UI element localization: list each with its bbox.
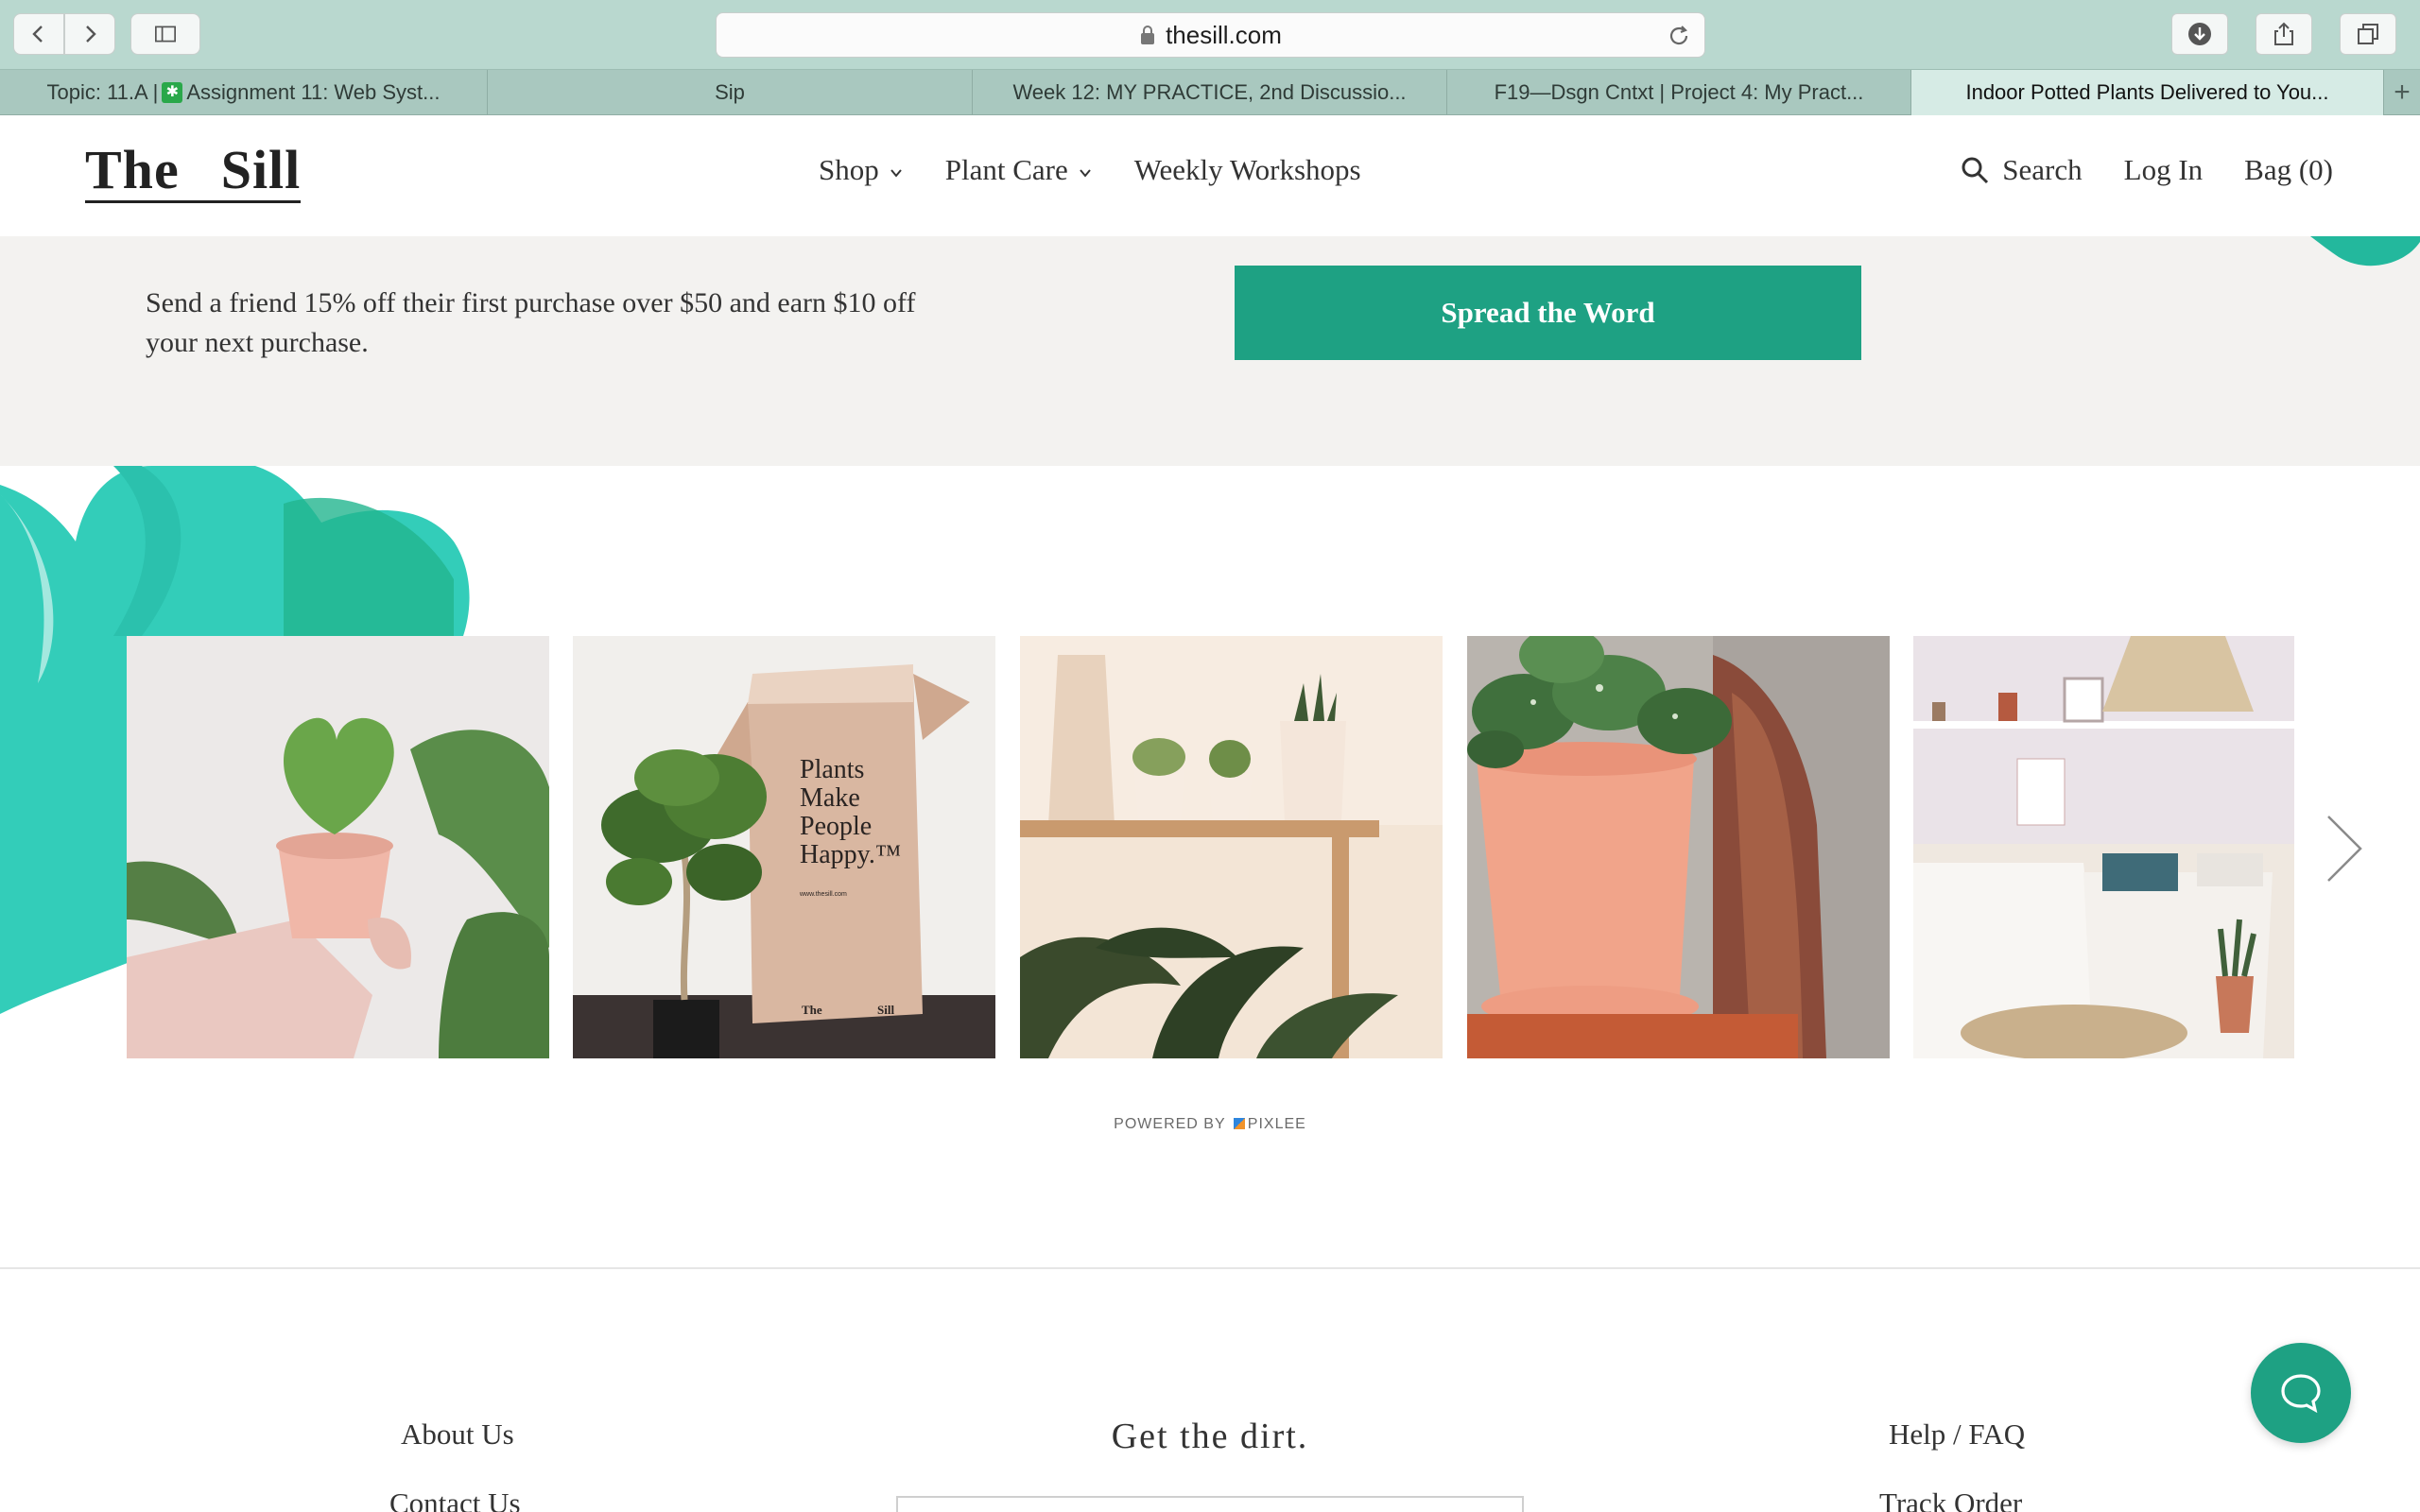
spread-the-word-button[interactable]: Spread the Word: [1235, 266, 1861, 360]
nav-weekly-workshops[interactable]: Weekly Workshops: [1134, 153, 1361, 187]
share-button[interactable]: [2256, 13, 2312, 55]
lock-icon: [1141, 26, 1155, 44]
nav-shop-label: Shop: [819, 153, 879, 186]
succulents-shelf-image: [1020, 636, 1443, 1058]
powered-by-brand: PIXLEE: [1247, 1116, 1306, 1132]
newsletter-title: Get the dirt.: [1111, 1417, 1309, 1456]
powered-by-prefix: POWERED BY: [1114, 1116, 1226, 1132]
logo-word-sill: Sill: [220, 139, 302, 200]
gallery-photo-4[interactable]: [1467, 636, 1890, 1058]
tab-label: F19—Dsgn Cntxt | Project 4: My Pract...: [1494, 80, 1864, 104]
site-header: The Sill Shop Plant Care Weekly Workshops…: [0, 115, 2420, 236]
box-text-people: People: [800, 812, 872, 841]
nav-plant-care[interactable]: Plant Care: [945, 153, 1093, 187]
gallery-photo-3[interactable]: [1020, 636, 1443, 1058]
pothos-terracotta-image: [1467, 636, 1890, 1058]
main-nav: Shop Plant Care Weekly Workshops: [819, 153, 1361, 187]
asterisk-favicon-icon: ✱: [162, 82, 183, 103]
gallery-photo-5[interactable]: [1913, 636, 2294, 1058]
downloads-button[interactable]: [2171, 13, 2228, 55]
back-button[interactable]: [13, 13, 64, 55]
boho-bedroom-image: [1913, 636, 2294, 1058]
share-icon: [2274, 22, 2293, 45]
nav-shop[interactable]: Shop: [819, 153, 904, 187]
search-link[interactable]: Search: [1961, 153, 2083, 187]
gallery-next-arrow-icon[interactable]: [2321, 813, 2368, 885]
tab-label: Week 12: MY PRACTICE, 2nd Discussio...: [1012, 80, 1407, 104]
tab-overview-button[interactable]: [2340, 13, 2396, 55]
chat-bubble-icon: [2281, 1374, 2321, 1414]
powered-by-pixlee[interactable]: POWERED BY PIXLEE: [0, 1116, 2420, 1133]
box-text-happy: Happy.™: [800, 840, 901, 869]
tab-label: Indoor Potted Plants Delivered to You...: [1965, 80, 2329, 104]
sidebar-icon: [155, 26, 176, 43]
pixlee-logo-icon: [1233, 1118, 1245, 1129]
leaf-decoration: [2310, 236, 2420, 266]
tab-assignment[interactable]: Topic: 11.A | ✱ Assignment 11: Web Syst.…: [0, 70, 488, 115]
download-icon: [2188, 23, 2211, 45]
footer-help-link[interactable]: Help / FAQ: [1889, 1418, 2025, 1452]
plants-make-people-happy-box-image: Plants Make People Happy.™ www.thesill.c…: [573, 636, 995, 1058]
tabs-icon: [2358, 24, 2378, 44]
new-tab-button[interactable]: +: [2384, 70, 2420, 115]
box-logo-the: The: [802, 1003, 822, 1017]
tab-bar: Topic: 11.A | ✱ Assignment 11: Web Syst.…: [0, 70, 2420, 115]
box-text-website: www.thesill.com: [799, 891, 847, 898]
gallery-photo-1[interactable]: [127, 636, 549, 1058]
chevron-right-icon: [86, 26, 96, 43]
tab-label: Topic: 11.A |: [46, 80, 159, 104]
url-text: thesill.com: [1166, 20, 1282, 49]
footer-divider: [0, 1267, 2420, 1269]
search-icon: [1962, 157, 1989, 184]
search-label: Search: [2002, 153, 2083, 186]
referral-banner: Send a friend 15% off their first purcha…: [0, 236, 2420, 466]
login-link[interactable]: Log In: [2124, 153, 2204, 187]
browser-toolbar: thesill.com: [0, 0, 2420, 70]
footer-track-order-link[interactable]: Track Order: [1879, 1486, 2022, 1512]
newsletter-email-input[interactable]: [896, 1496, 1524, 1512]
tab-label: Sip: [715, 80, 745, 104]
box-text-plants: Plants: [800, 755, 864, 784]
reload-icon[interactable]: [1667, 24, 1691, 48]
bag-link[interactable]: Bag (0): [2244, 153, 2333, 187]
sidebar-toggle-button[interactable]: [130, 13, 200, 55]
nav-weekly-workshops-label: Weekly Workshops: [1133, 153, 1361, 186]
forward-button[interactable]: [64, 13, 115, 55]
hoya-heart-plant-image: [127, 636, 549, 1058]
tab-label-secondary: Assignment 11: Web Syst...: [186, 80, 441, 104]
chevron-down-icon: [890, 169, 902, 178]
chat-button[interactable]: [2251, 1343, 2351, 1443]
tab-week-12[interactable]: Week 12: MY PRACTICE, 2nd Discussio...: [973, 70, 1447, 115]
tab-sip[interactable]: Sip: [488, 70, 973, 115]
logo-word-the: The: [85, 139, 180, 200]
nav-plant-care-label: Plant Care: [944, 153, 1068, 186]
gallery-photo-2[interactable]: Plants Make People Happy.™ www.thesill.c…: [573, 636, 995, 1058]
site-logo[interactable]: The Sill: [85, 139, 302, 203]
box-text-make: Make: [800, 783, 860, 813]
chevron-left-icon: [32, 26, 43, 43]
box-logo-sill: Sill: [877, 1003, 894, 1017]
chevron-down-icon: [1079, 169, 1091, 178]
footer-contact-link[interactable]: Contact Us: [389, 1486, 521, 1512]
address-bar[interactable]: thesill.com: [716, 12, 1705, 58]
referral-text: Send a friend 15% off their first purcha…: [146, 287, 916, 358]
tab-project-4[interactable]: F19—Dsgn Cntxt | Project 4: My Pract...: [1447, 70, 1911, 115]
utility-nav: Search Log In Bag (0): [1961, 153, 2333, 187]
tab-the-sill[interactable]: Indoor Potted Plants Delivered to You...: [1911, 70, 2384, 115]
